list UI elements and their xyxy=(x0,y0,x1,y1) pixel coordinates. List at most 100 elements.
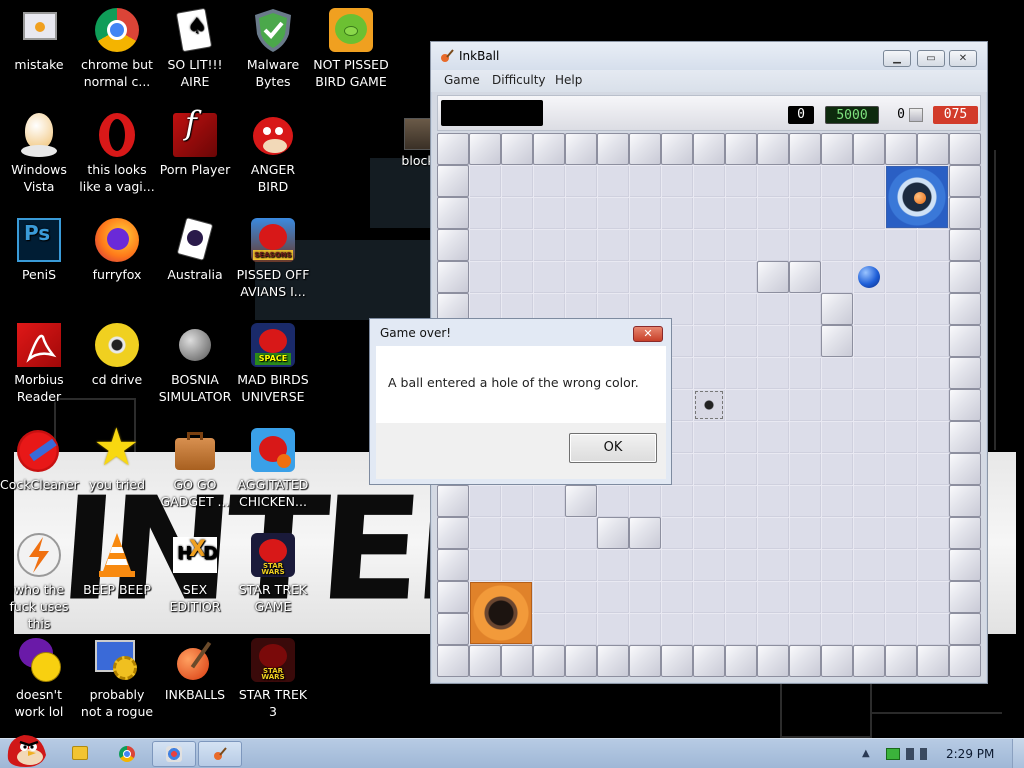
minimize-button[interactable]: ▁ xyxy=(883,50,911,67)
battery-icon[interactable] xyxy=(906,748,914,760)
floor-tile xyxy=(629,581,661,613)
menu-help[interactable]: Help xyxy=(555,73,582,87)
desktop-icon[interactable]: AGGITATED CHICKEN... xyxy=(234,426,312,510)
wall-tile xyxy=(789,133,821,165)
desktop-icon-label: GO GO GADGET ... xyxy=(160,477,230,509)
wall-tile xyxy=(437,261,469,293)
menu-difficulty[interactable]: Difficulty xyxy=(492,73,546,87)
floor-tile xyxy=(693,197,725,229)
window-title: InkBall xyxy=(459,49,500,63)
window-titlebar[interactable]: InkBall ▁ ▭ ✕ xyxy=(431,42,987,70)
desktop-icon[interactable]: doesn't work lol xyxy=(0,636,78,720)
dialog-close-button[interactable]: ✕ xyxy=(633,326,663,342)
floor-tile xyxy=(757,549,789,581)
desktop-icon[interactable]: Ps PeniS xyxy=(0,216,78,283)
wall-tile xyxy=(949,229,981,261)
maximize-button[interactable]: ▭ xyxy=(917,50,945,67)
dialog-title: Game over! xyxy=(380,326,452,340)
desktop-icon[interactable]: Australia xyxy=(156,216,234,283)
desktop-icon[interactable]: INKBALLS xyxy=(156,636,234,703)
wall-tile xyxy=(949,389,981,421)
floor-tile xyxy=(661,229,693,261)
desktop-icon[interactable]: STAR WARS STAR TREK 3 xyxy=(234,636,312,720)
floor-tile xyxy=(725,229,757,261)
desktop-icon[interactable]: STAR WARS STAR TREK GAME xyxy=(234,531,312,615)
menu-bar: Game Difficulty Help xyxy=(431,70,987,92)
inkball-icon xyxy=(214,747,227,760)
desktop-icon-label: mistake xyxy=(14,57,64,72)
menu-game[interactable]: Game xyxy=(444,73,480,87)
floor-tile xyxy=(501,485,533,517)
wall-tile xyxy=(757,133,789,165)
desktop-icon[interactable]: Windows Vista xyxy=(0,111,78,195)
network-icon[interactable] xyxy=(886,748,900,760)
desktop-icon[interactable]: GO GO GADGET ... xyxy=(156,426,234,510)
desktop-icon[interactable]: probably not a rogue xyxy=(78,636,156,720)
floor-tile xyxy=(917,453,949,485)
floor-tile xyxy=(565,197,597,229)
inkball-icon xyxy=(171,636,219,684)
close-button[interactable]: ✕ xyxy=(949,50,977,67)
desktop-icon[interactable]: BEEP BEEP xyxy=(78,531,156,598)
desktop-icon[interactable]: ★ you tried xyxy=(78,420,156,493)
wall-tile xyxy=(437,613,469,645)
floor-tile xyxy=(725,581,757,613)
taskbar-paint[interactable] xyxy=(152,741,196,767)
floor-tile xyxy=(725,485,757,517)
floor-tile xyxy=(501,229,533,261)
desktop-icon[interactable]: ♠ SO LIT!!! AIRE xyxy=(156,6,234,90)
desktop-icon[interactable]: mistake xyxy=(0,6,78,73)
floor-tile xyxy=(821,517,853,549)
desktop-icon[interactable]: CockCleaner xyxy=(0,426,79,493)
desktop-icon[interactable]: furryfox xyxy=(78,216,156,283)
desktop-icon-label: STAR TREK GAME xyxy=(238,582,308,614)
taskbar-clock[interactable]: 2:29 PM xyxy=(946,747,994,761)
volume-icon[interactable] xyxy=(920,748,934,760)
desktop-icon[interactable]: this looks like a vagi... xyxy=(78,111,156,195)
desktop-icon[interactable]: cd drive xyxy=(78,321,156,388)
start-button[interactable] xyxy=(2,729,50,768)
floor-tile xyxy=(629,197,661,229)
floor-tile xyxy=(757,613,789,645)
floor-tile xyxy=(693,613,725,645)
floor-tile xyxy=(661,581,693,613)
desktop-icon-label: NOT PISSED BIRD GAME xyxy=(313,57,389,89)
spider-solitaire-icon xyxy=(171,216,219,264)
floor-tile xyxy=(757,517,789,549)
desktop-icon[interactable]: BOSNIA SIMULATOR xyxy=(156,321,234,405)
floor-tile xyxy=(821,197,853,229)
desktop-icon[interactable]: H X D SEX EDITIOR xyxy=(156,531,234,615)
desktop-icon-label: furryfox xyxy=(92,267,142,282)
taskbar-explorer[interactable] xyxy=(58,741,102,767)
star-wars-birds-2-icon: STAR WARS xyxy=(249,636,297,684)
desktop-icon[interactable]: Malware Bytes xyxy=(234,6,312,90)
show-hidden-icons[interactable]: ▲ xyxy=(862,748,876,760)
desktop-icon[interactable]: Morbius Reader xyxy=(0,321,78,405)
desktop-icon[interactable]: ANGER BIRD xyxy=(234,111,312,195)
floor-tile xyxy=(597,261,629,293)
desktop-icon[interactable]: who the fuck uses this xyxy=(0,531,78,632)
desktop-icon[interactable]: NOT PISSED BIRD GAME xyxy=(312,6,390,90)
wall-tile xyxy=(501,133,533,165)
desktop-icon[interactable]: chrome but normal c... xyxy=(78,6,156,90)
floor-tile xyxy=(533,549,565,581)
floor-tile xyxy=(789,453,821,485)
chrome-icon xyxy=(119,746,135,762)
balls-counter: 0 xyxy=(897,107,905,122)
floor-tile xyxy=(533,613,565,645)
desktop-icon-label: SO LIT!!! AIRE xyxy=(167,57,223,89)
desktop-icon[interactable]: SEASONS PISSED OFF AVIANS I... xyxy=(234,216,312,300)
desktop-icon[interactable]: SPACE MAD BIRDS UNIVERSE xyxy=(234,321,312,405)
floor-tile xyxy=(629,261,661,293)
floor-tile xyxy=(597,581,629,613)
taskbar-chrome[interactable] xyxy=(105,741,149,767)
ok-button[interactable]: OK xyxy=(569,433,657,463)
floor-tile xyxy=(693,485,725,517)
taskbar-inkball[interactable] xyxy=(198,741,242,767)
desktop-icon[interactable]: f Porn Player xyxy=(156,107,234,178)
floor-tile xyxy=(501,261,533,293)
show-desktop-button[interactable] xyxy=(1012,739,1024,768)
floor-tile xyxy=(757,581,789,613)
floor-tile xyxy=(885,357,917,389)
desktop-icon-label: PISSED OFF AVIANS I... xyxy=(236,267,310,299)
